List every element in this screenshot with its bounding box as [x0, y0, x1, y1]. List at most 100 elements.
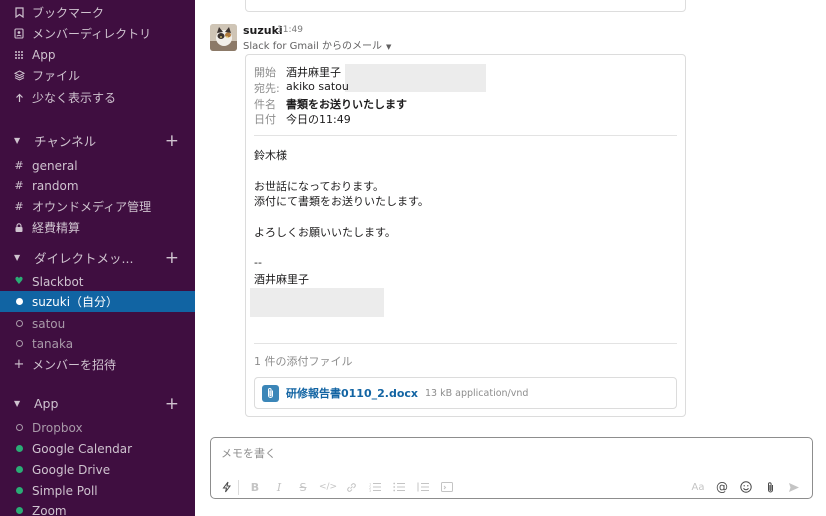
email-from-label: 開始 — [254, 66, 276, 79]
arrow-up-icon — [12, 93, 26, 103]
strikethrough-icon[interactable]: S — [295, 476, 311, 498]
sidebar-item-app-zoom[interactable]: Zoom — [0, 500, 195, 516]
sidebar-item-app-simple-poll[interactable]: Simple Poll — [0, 480, 195, 501]
emoji-icon[interactable] — [738, 476, 754, 498]
caret-down-icon: ▼ — [14, 136, 21, 145]
sidebar-item-invite-members[interactable]: + メンバーを招待 — [0, 354, 195, 375]
email-body-line: 添付にて書類をお送りいたします。 — [254, 195, 429, 208]
sidebar-item-bookmarks[interactable]: ブックマーク — [0, 2, 195, 23]
message-pane: suzuki 11:49 Slack for Gmail からのメール ▼ 開始 … — [195, 0, 826, 516]
hash-icon: # — [14, 159, 24, 172]
email-body-line: 鈴木様 — [254, 149, 287, 162]
email-date-row: 日付 今日の11:49 — [254, 111, 351, 127]
attachment-item[interactable]: 研修報告書0110_2.docx 13 kB application/vnd — [254, 377, 677, 409]
presence-online-icon — [12, 466, 26, 473]
hash-icon: # — [14, 179, 24, 192]
caret-down-icon: ▼ — [14, 253, 21, 262]
ordered-list-icon[interactable]: 123 — [367, 476, 383, 498]
dm-label: tanaka — [32, 336, 74, 351]
lock-icon — [12, 223, 26, 232]
blockquote-icon[interactable] — [415, 476, 431, 498]
add-channel-icon[interactable]: + — [165, 130, 179, 151]
email-subject-label: 件名 — [254, 98, 276, 111]
files-icon — [12, 70, 26, 81]
email-to-row: 宛先: akiko satou — [254, 80, 349, 96]
presence-online-icon — [12, 487, 26, 494]
email-date-value: 今日の11:49 — [286, 113, 351, 126]
previous-message-card — [245, 0, 686, 12]
avatar[interactable] — [210, 24, 237, 51]
member-directory-icon — [12, 28, 26, 39]
heart-icon: ♥ — [14, 276, 24, 287]
code-block-icon[interactable] — [439, 476, 455, 498]
sidebar-item-apps[interactable]: App — [0, 44, 195, 65]
sidebar-item-dm-suzuki[interactable]: suzuki（自分） — [0, 291, 195, 312]
bold-icon[interactable]: B — [247, 476, 263, 498]
toolbar-separator — [238, 480, 239, 495]
app-label: Google Calendar — [32, 441, 133, 456]
email-date-label: 日付 — [254, 113, 276, 126]
message-timestamp[interactable]: 11:49 — [277, 25, 303, 35]
sidebar-item-member-directory[interactable]: メンバーディレクトリ — [0, 23, 195, 44]
presence-away-icon — [12, 320, 26, 327]
redacted-signature — [250, 288, 384, 317]
slack-app: ブックマーク メンバーディレクトリ App ファイル 少なく表示する ▼ チャン… — [0, 0, 826, 516]
channel-label: general — [32, 158, 78, 173]
sidebar: ブックマーク メンバーディレクトリ App ファイル 少なく表示する ▼ チャン… — [0, 0, 195, 516]
apps-section-header[interactable]: ▼ App + — [0, 393, 195, 414]
composer-placeholder[interactable]: メモを書く — [221, 445, 276, 461]
sidebar-item-dm-satou[interactable]: satou — [0, 313, 195, 334]
apps-header-label: App — [34, 396, 59, 411]
app-label: Dropbox — [32, 420, 83, 435]
dm-section-header[interactable]: ▼ ダイレクトメッ... + — [0, 247, 195, 268]
sidebar-item-app-google-calendar[interactable]: Google Calendar — [0, 438, 195, 459]
sidebar-item-channel-expenses[interactable]: 経費精算 — [0, 217, 195, 238]
format-size-icon[interactable]: Aa — [689, 476, 707, 498]
italic-icon[interactable]: I — [271, 476, 287, 498]
message-composer[interactable]: メモを書く B I S </> 123 Aa @ — [210, 437, 813, 499]
channel-label: オウンドメディア管理 — [32, 200, 152, 214]
caret-down-icon: ▼ — [14, 399, 21, 408]
email-subject-value: 書類をお送りいたします — [286, 98, 407, 111]
shortcuts-lightning-icon[interactable] — [219, 476, 235, 498]
sidebar-item-show-less[interactable]: 少なく表示する — [0, 87, 195, 108]
bookmark-icon — [12, 7, 26, 18]
sidebar-item-dm-tanaka[interactable]: tanaka — [0, 333, 195, 354]
link-icon[interactable] — [343, 476, 359, 498]
sidebar-item-label: App — [32, 47, 56, 62]
sidebar-item-channel-general[interactable]: # general — [0, 155, 195, 176]
sidebar-item-files[interactable]: ファイル — [0, 65, 195, 86]
email-from-row: 開始 酒井麻里子 — [254, 64, 341, 80]
sidebar-item-label: ファイル — [32, 69, 81, 83]
attachments-title: 1 件の添付ファイル — [254, 355, 353, 368]
presence-online-icon — [12, 298, 26, 305]
add-dm-icon[interactable]: + — [165, 247, 179, 268]
sidebar-item-app-dropbox[interactable]: Dropbox — [0, 417, 195, 438]
channel-label: random — [32, 178, 79, 193]
email-body-line: お世話になっております。 — [254, 180, 385, 193]
sidebar-item-channel-random[interactable]: # random — [0, 175, 195, 196]
svg-text:3: 3 — [369, 489, 371, 492]
email-source-label[interactable]: Slack for Gmail からのメール ▼ — [243, 37, 391, 52]
channels-section-header[interactable]: ▼ チャンネル + — [0, 130, 195, 151]
presence-away-icon — [12, 424, 26, 431]
sidebar-item-app-google-drive[interactable]: Google Drive — [0, 459, 195, 480]
sidebar-item-channel-owned-media[interactable]: # オウンドメディア管理 — [0, 196, 195, 217]
add-app-icon[interactable]: + — [165, 393, 179, 414]
sidebar-item-dm-slackbot[interactable]: ♥ Slackbot — [0, 271, 195, 292]
bulleted-list-icon[interactable] — [391, 476, 407, 498]
composer-toolbar: B I S </> 123 Aa @ — [211, 476, 812, 498]
dm-label: suzuki（自分） — [32, 295, 119, 309]
mention-icon[interactable]: @ — [714, 476, 730, 498]
attachment-filename[interactable]: 研修報告書0110_2.docx — [286, 385, 418, 401]
email-subject-row: 件名 書類をお送りいたします — [254, 96, 407, 112]
code-icon[interactable]: </> — [319, 476, 337, 498]
plus-icon: + — [13, 357, 25, 372]
sidebar-item-label: 少なく表示する — [32, 91, 117, 105]
email-source-text: Slack for Gmail からのメール — [243, 41, 383, 52]
attach-paperclip-icon[interactable] — [762, 476, 778, 498]
send-icon[interactable] — [786, 476, 802, 498]
email-body-line: よろしくお願いいたします。 — [254, 226, 396, 239]
paperclip-icon — [262, 384, 279, 402]
chevron-down-icon[interactable]: ▼ — [386, 43, 391, 51]
